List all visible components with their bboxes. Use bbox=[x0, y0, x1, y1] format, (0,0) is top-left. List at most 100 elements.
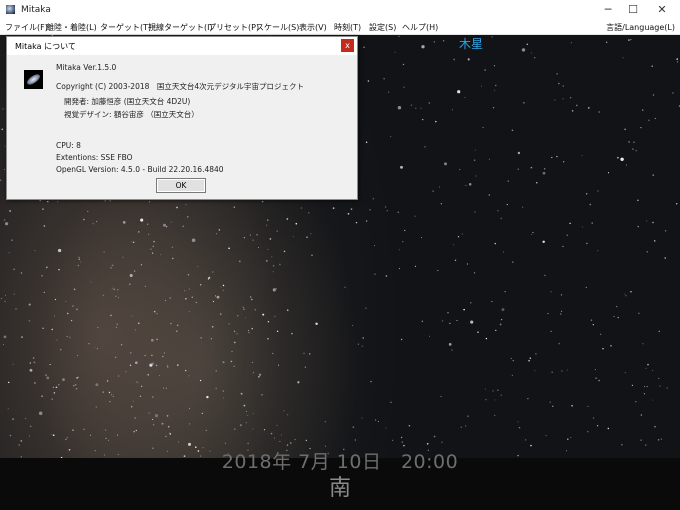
star bbox=[637, 199, 639, 201]
menu-time[interactable]: 時刻(T) bbox=[334, 22, 361, 33]
star bbox=[206, 396, 208, 398]
star bbox=[640, 127, 641, 128]
star bbox=[287, 309, 289, 311]
star bbox=[223, 290, 224, 291]
star bbox=[44, 292, 45, 293]
star bbox=[253, 413, 254, 414]
menu-help[interactable]: ヘルプ(H) bbox=[402, 22, 438, 33]
star bbox=[9, 210, 11, 212]
star bbox=[15, 308, 17, 310]
window-close-button[interactable]: ✕ bbox=[644, 0, 680, 19]
star bbox=[234, 207, 235, 208]
menu-view[interactable]: 表示(V) bbox=[299, 22, 327, 33]
version-text: Mitaka Ver.1.5.0 bbox=[56, 63, 116, 72]
star bbox=[411, 104, 413, 106]
planet-label[interactable]: 木星 bbox=[459, 35, 483, 52]
star bbox=[441, 396, 442, 397]
star bbox=[136, 430, 137, 431]
star bbox=[129, 283, 130, 284]
star bbox=[287, 218, 289, 220]
star bbox=[556, 156, 557, 157]
star bbox=[213, 301, 214, 302]
menu-view-target[interactable]: 視線ターゲット(I) bbox=[148, 22, 213, 33]
star bbox=[652, 370, 653, 371]
menu-takeoff-landing[interactable]: 離陸・着陸(L) bbox=[46, 22, 97, 33]
star bbox=[79, 259, 81, 261]
menu-target[interactable]: ターゲット(T) bbox=[100, 22, 151, 33]
menu-settings[interactable]: 設定(S) bbox=[369, 22, 396, 33]
star bbox=[646, 368, 647, 369]
star bbox=[80, 261, 81, 262]
star bbox=[648, 120, 649, 121]
star bbox=[147, 374, 149, 376]
star bbox=[351, 208, 353, 210]
star bbox=[358, 344, 359, 345]
star bbox=[398, 106, 401, 109]
star bbox=[253, 372, 254, 373]
star bbox=[271, 256, 272, 257]
star bbox=[655, 118, 656, 119]
star bbox=[267, 338, 268, 339]
dialog-close-button[interactable]: x bbox=[341, 39, 354, 52]
star bbox=[156, 339, 158, 341]
menu-scale[interactable]: スケール(S) bbox=[256, 22, 299, 33]
star bbox=[562, 246, 563, 247]
star bbox=[278, 365, 279, 366]
star bbox=[557, 73, 558, 74]
star bbox=[107, 380, 108, 381]
star bbox=[530, 357, 531, 358]
star bbox=[138, 323, 139, 324]
star bbox=[582, 155, 583, 156]
star bbox=[46, 267, 48, 269]
star bbox=[201, 337, 202, 338]
star bbox=[422, 321, 423, 322]
star bbox=[75, 384, 76, 385]
star bbox=[301, 207, 302, 208]
star bbox=[502, 308, 505, 311]
star bbox=[46, 377, 49, 380]
star bbox=[617, 317, 619, 319]
star bbox=[47, 201, 48, 202]
star bbox=[287, 414, 288, 415]
star bbox=[402, 441, 403, 442]
star bbox=[110, 267, 111, 268]
star bbox=[166, 388, 167, 389]
star bbox=[652, 174, 654, 176]
star bbox=[274, 438, 275, 439]
about-dialog: Mitaka について x Mitaka Ver.1.5.0 Copyright… bbox=[6, 36, 358, 200]
star bbox=[325, 421, 326, 422]
star bbox=[518, 169, 519, 170]
app-icon bbox=[6, 5, 15, 14]
star bbox=[151, 339, 154, 342]
star bbox=[51, 434, 52, 435]
star bbox=[96, 221, 97, 222]
star bbox=[333, 207, 335, 209]
star bbox=[409, 425, 411, 427]
star bbox=[599, 111, 600, 112]
star bbox=[154, 311, 156, 313]
star bbox=[140, 219, 143, 222]
star bbox=[162, 356, 164, 358]
star bbox=[474, 272, 475, 273]
star bbox=[21, 440, 23, 442]
star bbox=[166, 226, 168, 228]
star bbox=[266, 260, 268, 262]
star bbox=[561, 311, 562, 312]
star bbox=[647, 364, 649, 366]
menu-preset[interactable]: プリセット(P) bbox=[208, 22, 259, 33]
direction-label: 南 bbox=[0, 470, 680, 502]
star bbox=[352, 325, 353, 326]
ok-button[interactable]: OK bbox=[156, 178, 206, 193]
star bbox=[622, 57, 623, 58]
star bbox=[485, 399, 486, 400]
star bbox=[188, 274, 190, 276]
star bbox=[67, 336, 68, 337]
star bbox=[189, 408, 190, 409]
star bbox=[659, 386, 660, 387]
star bbox=[600, 334, 601, 335]
menu-file[interactable]: ファイル(F) bbox=[5, 22, 48, 33]
star bbox=[617, 157, 619, 159]
star bbox=[345, 287, 346, 288]
menu-language[interactable]: 言語/Language(L) bbox=[606, 22, 675, 33]
star bbox=[361, 417, 362, 418]
